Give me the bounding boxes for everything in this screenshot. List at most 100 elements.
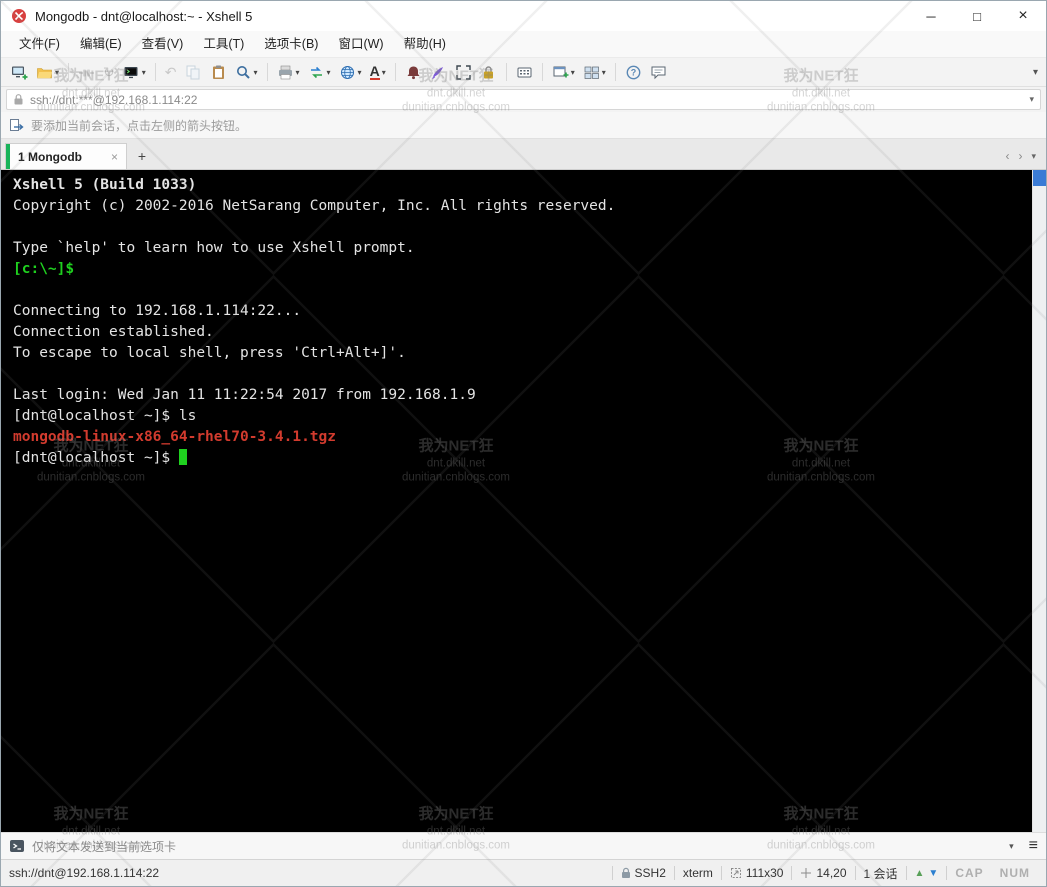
toolbar-separator bbox=[154, 63, 156, 81]
new-tab-button[interactable]: + bbox=[131, 145, 153, 167]
scroll-down-icon[interactable]: ▼ bbox=[928, 868, 938, 879]
tab-scroll-left-icon[interactable]: ‹ bbox=[1005, 149, 1009, 163]
terminal-cursor bbox=[178, 449, 187, 465]
find-button[interactable]: ▾ bbox=[232, 60, 261, 84]
terminal-line: Connection established. bbox=[13, 324, 214, 340]
caret-down-icon: ▾ bbox=[357, 67, 362, 77]
num-lock-indicator: NUM bbox=[999, 866, 1030, 880]
print-button[interactable]: ▾ bbox=[274, 60, 303, 84]
menu-edit[interactable]: 编辑(E) bbox=[70, 31, 132, 57]
toolbar-separator bbox=[505, 63, 507, 81]
hint-text: 要添加当前会话，点击左侧的箭头按钮。 bbox=[31, 118, 248, 133]
toolbar-separator bbox=[614, 63, 616, 81]
new-session-button[interactable] bbox=[8, 60, 31, 84]
minimize-button[interactable]: ─ bbox=[908, 1, 954, 31]
new-session-icon bbox=[11, 64, 28, 81]
terminal-line: [c:\~]$ bbox=[13, 261, 75, 277]
quill-icon bbox=[430, 64, 447, 81]
undo-icon: ↶ bbox=[164, 64, 177, 80]
terminal-line: Connecting to 192.168.1.114:22... bbox=[13, 303, 302, 319]
caret-down-icon: ▾ bbox=[295, 67, 300, 77]
add-session-arrow-icon[interactable] bbox=[9, 118, 24, 133]
resize-icon bbox=[730, 867, 742, 879]
terminal-properties-icon bbox=[123, 64, 140, 81]
disconnect-button[interactable] bbox=[75, 60, 98, 84]
window-title: Mongodb - dnt@localhost:~ - Xshell 5 bbox=[35, 8, 253, 24]
compose-button[interactable] bbox=[427, 60, 450, 84]
reconnect-button[interactable]: ↻ bbox=[100, 60, 118, 84]
scrollbar-thumb[interactable] bbox=[1033, 170, 1046, 186]
menu-view[interactable]: 查看(V) bbox=[132, 31, 194, 57]
copy-button[interactable] bbox=[182, 60, 205, 84]
terminal-lines: Xshell 5 (Build 1033) Copyright (c) 2002-… bbox=[1, 170, 1032, 832]
menu-help[interactable]: 帮助(H) bbox=[394, 31, 456, 57]
magnifier-icon bbox=[235, 64, 252, 81]
tab-close-icon[interactable]: × bbox=[111, 150, 118, 164]
font-color-button[interactable]: A ▾ bbox=[367, 60, 389, 84]
terminal-scrollbar[interactable] bbox=[1032, 170, 1046, 832]
tab-list-dropdown-icon[interactable]: ▾ bbox=[1031, 151, 1036, 162]
address-dropdown-icon[interactable]: ▾ bbox=[1029, 94, 1034, 105]
cursor-position-icon bbox=[800, 867, 812, 879]
menu-file[interactable]: 文件(F) bbox=[9, 31, 70, 57]
fullscreen-button[interactable] bbox=[452, 60, 475, 84]
caret-down-icon: ▾ bbox=[253, 67, 258, 77]
terminal-line: [dnt@localhost ~]$ bbox=[13, 448, 1032, 469]
toolbar-separator bbox=[266, 63, 268, 81]
web-button[interactable]: ▾ bbox=[336, 60, 365, 84]
scroll-up-icon[interactable]: ▲ bbox=[915, 868, 925, 879]
open-session-button[interactable]: ▾ bbox=[33, 60, 62, 84]
tab-mongodb[interactable]: 1 Mongodb × bbox=[5, 143, 127, 169]
maximize-button[interactable]: □ bbox=[954, 1, 1000, 31]
lock-screen-button[interactable] bbox=[477, 60, 500, 84]
paste-button[interactable] bbox=[207, 60, 230, 84]
menu-tools[interactable]: 工具(T) bbox=[193, 31, 254, 57]
terminal-line: Copyright (c) 2002-2016 NetSarang Comput… bbox=[13, 198, 616, 214]
send-mode-dropdown-icon[interactable]: ▾ bbox=[1009, 841, 1014, 852]
terminal[interactable]: Xshell 5 (Build 1033) Copyright (c) 2002-… bbox=[1, 170, 1046, 832]
session-properties-button[interactable]: ▾ bbox=[120, 60, 149, 84]
chat-bubble-icon bbox=[650, 64, 667, 81]
help-button[interactable]: ? bbox=[622, 60, 645, 84]
new-window-button[interactable]: ▾ bbox=[549, 60, 578, 84]
bell-icon bbox=[405, 64, 422, 81]
terminal-line: [dnt@localhost ~]$ ls bbox=[13, 408, 197, 424]
window-controls: ─ □ × bbox=[908, 1, 1046, 31]
toolbar-overflow-icon[interactable]: ▾ bbox=[1033, 67, 1040, 78]
address-bar[interactable]: ssh://dnt:***@192.168.1.114:22 ▾ bbox=[6, 89, 1041, 110]
caret-down-icon: ▾ bbox=[570, 67, 575, 77]
font-color-icon: A bbox=[369, 62, 380, 81]
tile-windows-icon bbox=[583, 64, 600, 81]
terminal-line: Last login: Wed Jan 11 11:22:54 2017 fro… bbox=[13, 387, 476, 403]
toolbar: ▾ ↻ ▾ ↶ ▾ ▾ ▾ ▾ A ▾ ▾ ▾ ? ▾ bbox=[1, 57, 1046, 87]
lock-icon bbox=[480, 64, 497, 81]
caret-down-icon: ▾ bbox=[381, 67, 386, 77]
menu-window[interactable]: 窗口(W) bbox=[328, 31, 393, 57]
tab-active-indicator bbox=[6, 144, 10, 169]
terminal-line: Xshell 5 (Build 1033) bbox=[13, 177, 197, 193]
caret-down-icon: ▾ bbox=[326, 67, 331, 77]
undo-button[interactable]: ↶ bbox=[162, 60, 180, 84]
menu-tab[interactable]: 选项卡(B) bbox=[254, 31, 328, 57]
svg-text:?: ? bbox=[630, 67, 636, 77]
new-window-icon bbox=[552, 64, 569, 81]
tab-bar: 1 Mongodb × + ‹ › ▾ bbox=[1, 139, 1046, 170]
close-button[interactable]: × bbox=[1000, 1, 1046, 31]
caret-down-icon: ▾ bbox=[601, 67, 606, 77]
tab-scroll-right-icon[interactable]: › bbox=[1018, 149, 1022, 163]
file-transfer-button[interactable]: ▾ bbox=[305, 60, 334, 84]
tab-scroll-controls: ‹ › ▾ bbox=[1005, 149, 1042, 169]
title-bar: Mongodb - dnt@localhost:~ - Xshell 5 ─ □… bbox=[1, 1, 1046, 31]
alert-bell-button[interactable] bbox=[402, 60, 425, 84]
terminal-line: mongodb-linux-x86_64-rhel70-3.4.1.tgz bbox=[13, 429, 337, 445]
status-terminal-size: 111x30 bbox=[722, 866, 792, 880]
menu-bar: 文件(F) 编辑(E) 查看(V) 工具(T) 选项卡(B) 窗口(W) 帮助(… bbox=[1, 31, 1046, 57]
compose-bar[interactable]: 仅将文本发送到当前选项卡 ▾ ≡ bbox=[1, 832, 1046, 859]
keypad-button[interactable] bbox=[513, 60, 536, 84]
feedback-button[interactable] bbox=[647, 60, 670, 84]
arrange-windows-button[interactable]: ▾ bbox=[580, 60, 609, 84]
compose-menu-icon[interactable]: ≡ bbox=[1029, 837, 1038, 855]
